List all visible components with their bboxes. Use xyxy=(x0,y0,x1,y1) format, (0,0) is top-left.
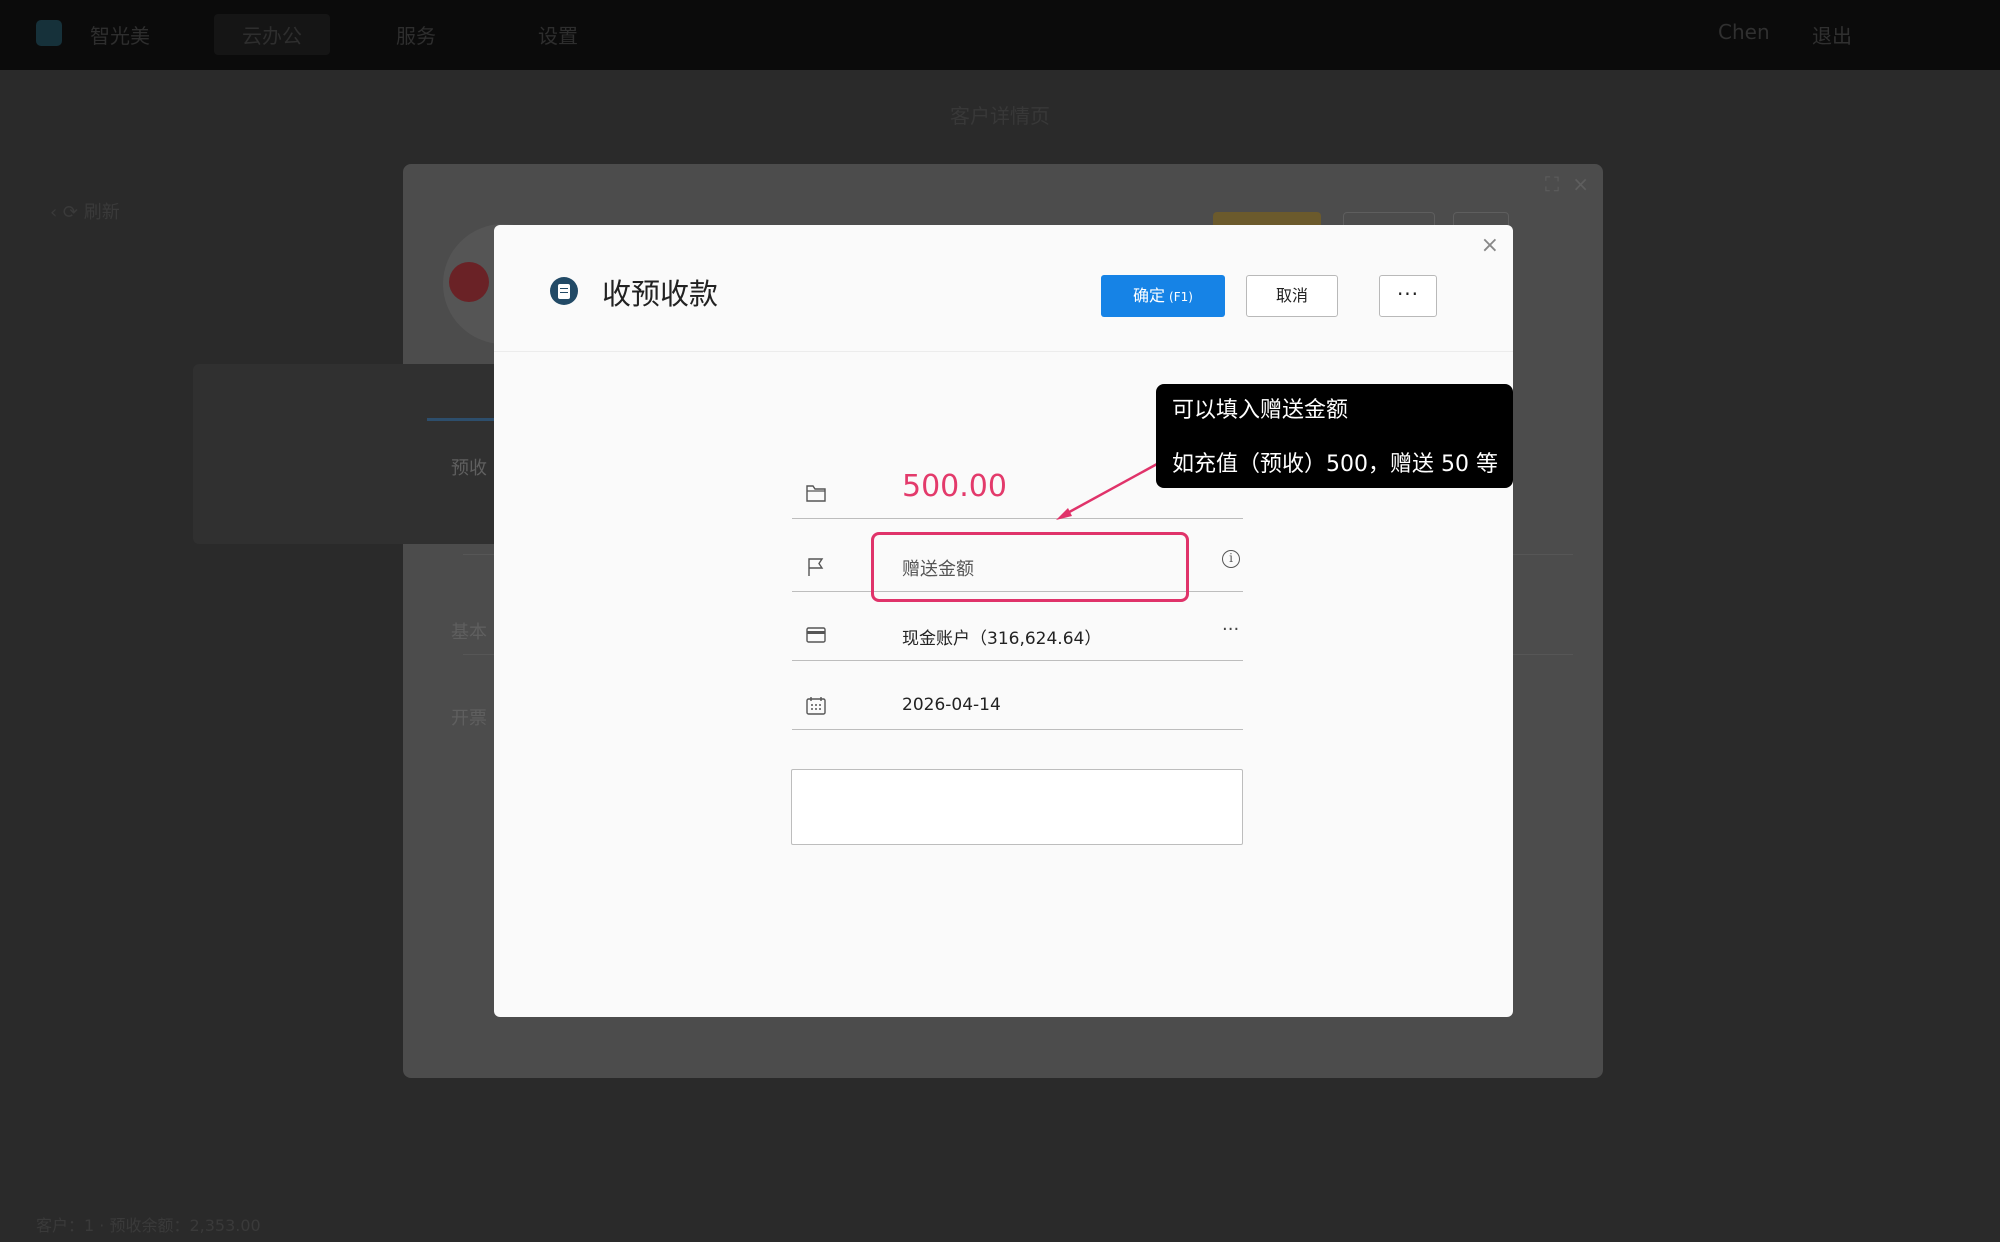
header-divider xyxy=(494,351,1513,352)
close-icon[interactable]: × xyxy=(1572,172,1589,196)
confirm-button-label: 确定 xyxy=(1133,286,1166,305)
nav-item-service[interactable]: 服务 xyxy=(396,20,436,49)
flag-icon xyxy=(808,558,824,576)
seal-icon xyxy=(449,262,489,302)
account-more-icon[interactable]: ··· xyxy=(1222,619,1239,640)
info-icon[interactable]: i xyxy=(1222,550,1240,568)
section-label-invoice[interactable]: 开票 xyxy=(451,704,487,730)
maximize-icon[interactable]: ⛶ xyxy=(1545,172,1559,196)
user-name[interactable]: Chen xyxy=(1718,20,1770,44)
amount-value: 500.00 xyxy=(902,469,1007,504)
cancel-button[interactable]: 取消 xyxy=(1246,275,1338,317)
confirm-shortcut: (F1) xyxy=(1169,290,1193,304)
memo-textarea[interactable] xyxy=(791,769,1243,845)
document-icon xyxy=(550,277,578,305)
section-label-basic[interactable]: 基本 xyxy=(451,618,487,644)
top-navigation-bar: 智光美 云办公 服务 设置 Chen 退出 xyxy=(0,0,2000,70)
callout-line-2: 如充值（预收）500，赠送 50 等 xyxy=(1172,452,1498,477)
dialog-title: 收预收款 xyxy=(602,277,719,311)
account-value: 现金账户（316,624.64） xyxy=(902,629,1102,649)
receive-prepayment-dialog: × 收预收款 确定 (F1) 取消 ··· 500.00 赠送金额 i 现金账户（… xyxy=(494,225,1513,1017)
more-options-button[interactable]: ··· xyxy=(1379,275,1437,317)
nav-item-home[interactable]: 云办公 xyxy=(214,14,330,55)
app-logo-icon xyxy=(36,20,62,46)
calendar-icon xyxy=(806,697,826,715)
date-field[interactable]: 2026-04-14 xyxy=(792,675,1243,730)
credit-card-icon xyxy=(806,627,826,643)
background-toolbar-hint: ‹ ⟳ 刷新 xyxy=(50,202,120,223)
nav-item-settings[interactable]: 设置 xyxy=(538,20,578,49)
annotation-callout: 可以填入赠送金额 如充值（预收）500，赠送 50 等 xyxy=(1156,384,1513,488)
dialog-close-icon[interactable]: × xyxy=(1481,233,1499,258)
page-title: 客户详情页 xyxy=(950,104,1050,128)
account-field[interactable]: 现金账户（316,624.64） ··· xyxy=(792,605,1243,661)
gift-amount-highlight xyxy=(871,532,1189,602)
confirm-button[interactable]: 确定 (F1) xyxy=(1101,275,1225,317)
footer-status: 客户：1 · 预收余额：2,353.00 xyxy=(36,1216,261,1235)
logout-link[interactable]: 退出 xyxy=(1812,20,1852,49)
callout-line-1: 可以填入赠送金额 xyxy=(1172,398,1349,423)
section-label-prepaid[interactable]: 预收 xyxy=(451,454,487,480)
wallet-icon xyxy=(806,485,826,502)
app-name: 智光美 xyxy=(90,24,150,48)
date-value: 2026-04-14 xyxy=(902,695,1001,715)
